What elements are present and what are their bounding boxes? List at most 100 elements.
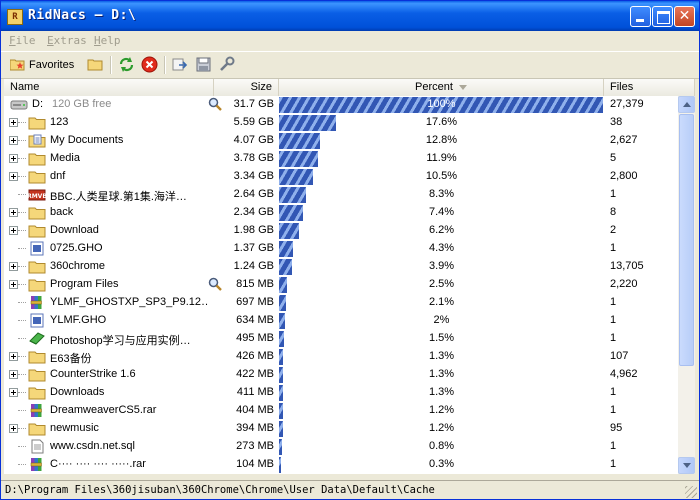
row-percent: 4.3%	[428, 242, 455, 254]
refresh-icon[interactable]	[118, 56, 135, 73]
tree-connector	[18, 302, 26, 303]
expand-toggle-icon[interactable]	[9, 154, 18, 163]
folder-icon	[28, 367, 46, 382]
row-files: 2,220	[610, 278, 638, 290]
resize-grip[interactable]	[685, 486, 697, 498]
column-name[interactable]: Name	[4, 79, 214, 96]
expand-toggle-icon[interactable]	[9, 208, 18, 217]
file-tree-list[interactable]: D: 31.7 GB 100% 27,379 120 GB free 123 5.59 GB…	[4, 96, 678, 474]
table-row[interactable]: newmusic 394 MB 1.2% 95	[4, 420, 678, 438]
table-row[interactable]: Program Files 815 MB 2.5% 2,220	[4, 276, 678, 294]
table-row[interactable]: D: 31.7 GB 100% 27,379 120 GB free	[4, 96, 678, 114]
row-files: 1	[610, 404, 617, 416]
tree-connector	[18, 446, 26, 447]
table-row[interactable]: Photoshop学习与应用实例… 495 MB 1.5% 1	[4, 330, 678, 348]
row-size: 2.34 GB	[233, 206, 274, 218]
table-row[interactable]: back 2.34 GB 7.4% 8	[4, 204, 678, 222]
table-row[interactable]: dnf 3.34 GB 10.5% 2,800	[4, 168, 678, 186]
scroll-up-button[interactable]	[678, 96, 695, 113]
table-row[interactable]: RMVB BBC.人类星球.第1集.海洋… 2.64 GB 8.3% 1	[4, 186, 678, 204]
table-row[interactable]: Downloads 411 MB 1.3% 1	[4, 384, 678, 402]
row-size: 273 MB	[236, 440, 274, 452]
favorites-button[interactable]: Favorites	[9, 55, 79, 75]
table-row[interactable]: E63备份 426 MB 1.3% 107	[4, 348, 678, 366]
row-size: 1.37 GB	[233, 242, 274, 254]
row-size: 1.24 GB	[233, 260, 274, 272]
row-name: back	[50, 206, 74, 218]
column-percent-label: Percent	[415, 81, 453, 93]
maximize-button[interactable]	[652, 6, 673, 27]
row-files: 8	[610, 206, 617, 218]
row-name: DreamweaverCS5.rar	[50, 404, 157, 416]
table-row[interactable]: My Documents 4.07 GB 12.8% 2,627	[4, 132, 678, 150]
export-icon[interactable]	[172, 56, 189, 73]
tree-connector	[18, 194, 26, 195]
table-row[interactable]: Download 1.98 GB 6.2% 2	[4, 222, 678, 240]
table-row[interactable]: YLMF_GHOSTXP_SP3_P9.12… 697 MB 2.1% 1	[4, 294, 678, 312]
column-files[interactable]: Files	[604, 79, 695, 96]
table-row[interactable]: Media 3.78 GB 11.9% 5	[4, 150, 678, 168]
expand-toggle-icon[interactable]	[9, 136, 18, 145]
row-name: C···· ···· ···· ·····.rar	[50, 458, 146, 470]
row-name: 123	[50, 116, 69, 128]
settings-icon[interactable]	[218, 56, 235, 73]
row-name: BBC.人类星球.第1集.海洋…	[50, 191, 187, 203]
folder-icon	[28, 277, 46, 292]
expand-toggle-icon[interactable]	[9, 172, 18, 181]
minimize-button[interactable]	[630, 6, 651, 27]
menu-extras[interactable]: Extras	[47, 34, 87, 47]
row-name: Media	[50, 152, 80, 164]
table-row[interactable]: www.csdn.net.sql 273 MB 0.8% 1	[4, 438, 678, 456]
expand-toggle-icon[interactable]	[9, 118, 18, 127]
expand-toggle-icon[interactable]	[9, 352, 18, 361]
column-size[interactable]: Size	[214, 79, 279, 96]
table-row[interactable]: YLMF.GHO 634 MB 2% 1	[4, 312, 678, 330]
save-icon[interactable]	[195, 56, 212, 73]
row-size: 394 MB	[236, 422, 274, 434]
window-title: RidNacs – D:\	[28, 8, 137, 23]
row-size: 404 MB	[236, 404, 274, 416]
column-percent[interactable]: Percent	[279, 79, 604, 96]
menu-file[interactable]: File	[9, 34, 36, 47]
scroll-thumb[interactable]	[679, 114, 694, 366]
rar-icon	[28, 403, 46, 418]
tree-connector	[18, 374, 26, 375]
table-row[interactable]: 360chrome 1.24 GB 3.9% 13,705	[4, 258, 678, 276]
folder-icon	[28, 259, 46, 274]
row-size: 422 MB	[236, 368, 274, 380]
tree-connector	[18, 464, 26, 465]
expand-toggle-icon[interactable]	[9, 280, 18, 289]
row-files: 38	[610, 116, 623, 128]
table-row[interactable]: CounterStrike 1.6 422 MB 1.3% 4,962	[4, 366, 678, 384]
row-name: newmusic	[50, 422, 99, 434]
open-folder-icon[interactable]	[87, 56, 104, 73]
stop-icon[interactable]	[141, 56, 158, 73]
expand-toggle-icon[interactable]	[9, 226, 18, 235]
title-bar[interactable]: R RidNacs – D:\ ✕	[1, 1, 699, 31]
table-row[interactable]: 123 5.59 GB 17.6% 38	[4, 114, 678, 132]
vertical-scrollbar[interactable]	[678, 96, 695, 474]
toolbar-separator	[164, 56, 166, 74]
file-icon	[28, 241, 46, 256]
main-window: R RidNacs – D:\ ✕ File Extras Help Favor…	[0, 0, 700, 500]
table-row[interactable]: DreamweaverCS5.rar 404 MB 1.2% 1	[4, 402, 678, 420]
table-row[interactable]: 0725.GHO 1.37 GB 4.3% 1	[4, 240, 678, 258]
row-percent: 12.8%	[425, 134, 458, 146]
expand-toggle-icon[interactable]	[9, 262, 18, 271]
row-name: 360chrome	[50, 260, 106, 272]
close-button[interactable]: ✕	[674, 6, 695, 27]
row-name: YLMF_GHOSTXP_SP3_P9.12…	[50, 296, 208, 308]
expand-toggle-icon[interactable]	[9, 370, 18, 379]
menu-help[interactable]: Help	[94, 34, 121, 47]
row-percent: 6.2%	[428, 224, 455, 236]
folder-icon	[28, 421, 46, 436]
row-files: 2,800	[610, 170, 638, 182]
row-files: 107	[610, 350, 629, 362]
row-size: 411 MB	[236, 386, 274, 398]
row-percent: 2.1%	[428, 296, 455, 308]
expand-toggle-icon[interactable]	[9, 388, 18, 397]
scroll-down-button[interactable]	[678, 457, 695, 474]
expand-toggle-icon[interactable]	[9, 424, 18, 433]
table-row[interactable]: C···· ···· ···· ·····.rar 104 MB 0.3% 1	[4, 456, 678, 474]
row-percent: 8.3%	[428, 188, 455, 200]
